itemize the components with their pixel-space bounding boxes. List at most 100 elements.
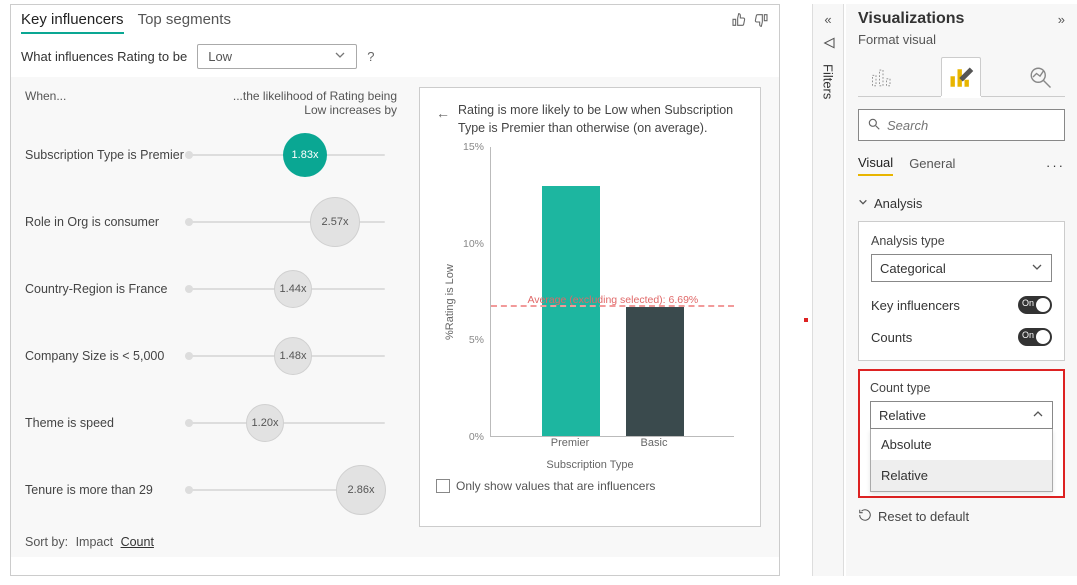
- analysis-section-label: Analysis: [874, 196, 922, 211]
- chart-area: %Rating is Low 0%5%10%15% Average (exclu…: [440, 147, 744, 457]
- y-tick: 10%: [463, 238, 484, 250]
- header-likelihood: ...the likelihood of Rating being Low in…: [227, 89, 397, 117]
- question-prefix: What influences Rating to be: [21, 49, 187, 64]
- chevron-down-icon: [858, 197, 868, 210]
- count-type-card: Count type Relative Absolute Relative: [858, 369, 1065, 498]
- influencer-bubble: 2.86x: [336, 465, 386, 515]
- counts-toggle-row: Counts On: [871, 328, 1052, 346]
- subtab-visual[interactable]: Visual: [858, 155, 893, 176]
- influencers-column: When... ...the likelihood of Rating bein…: [11, 77, 411, 557]
- influencer-label: Theme is speed: [25, 416, 185, 430]
- y-axis: 0%5%10%15%: [456, 147, 488, 437]
- count-type-option-relative[interactable]: Relative: [871, 460, 1052, 491]
- reset-to-default[interactable]: Reset to default: [858, 508, 1065, 525]
- back-arrow-icon[interactable]: ←: [436, 104, 450, 137]
- chart-title-row: ← Rating is more likely to be Low when S…: [436, 102, 744, 137]
- chart-footer: Only show values that are influencers: [436, 479, 744, 493]
- key-influencers-toggle-label: Key influencers: [871, 298, 960, 313]
- influencer-track: 1.83x: [185, 154, 385, 156]
- influencer-label: Tenure is more than 29: [25, 483, 185, 497]
- count-type-label: Count type: [870, 381, 1053, 395]
- influencer-label: Country-Region is France: [25, 282, 185, 296]
- influencer-row[interactable]: Role in Org is consumer2.57x: [25, 188, 397, 255]
- key-influencers-visual: Key influencers Top segments What influe…: [10, 4, 780, 576]
- count-type-value: Relative: [879, 408, 926, 423]
- more-options-icon[interactable]: ···: [1046, 158, 1065, 173]
- count-type-select[interactable]: Relative: [870, 401, 1053, 429]
- influencer-track: 1.20x: [185, 422, 385, 424]
- search-icon: [867, 117, 881, 134]
- y-tick: 5%: [469, 334, 484, 346]
- visualizations-title: Visualizations: [858, 10, 964, 28]
- format-mode-tabs: [858, 57, 1065, 97]
- expand-filters-icon[interactable]: «: [824, 12, 831, 27]
- chevron-up-icon: [1032, 408, 1044, 423]
- analysis-type-select[interactable]: Categorical: [871, 254, 1052, 282]
- average-reference-line: Average (excluding selected): 6.69%: [491, 305, 734, 307]
- influencer-row[interactable]: Country-Region is France1.44x: [25, 255, 397, 322]
- analysis-type-value: Categorical: [880, 261, 946, 276]
- counts-toggle[interactable]: On: [1018, 328, 1052, 346]
- influencer-track: 2.57x: [185, 221, 385, 223]
- tab-top-segments[interactable]: Top segments: [138, 11, 231, 34]
- chart-column: ← Rating is more likely to be Low when S…: [411, 77, 779, 557]
- bars-container: [491, 147, 734, 436]
- header-when: When...: [25, 89, 195, 117]
- subtab-general[interactable]: General: [909, 156, 955, 175]
- influencer-track: 1.44x: [185, 288, 385, 290]
- only-influencers-label: Only show values that are influencers: [456, 479, 655, 493]
- thumbs-down-icon[interactable]: [753, 12, 769, 33]
- influencer-row[interactable]: Company Size is < 5,0001.48x: [25, 322, 397, 389]
- chart-title-text: Rating is more likely to be Low when Sub…: [458, 102, 744, 137]
- influencer-track: 2.86x: [185, 489, 385, 491]
- collapse-viz-icon[interactable]: »: [1058, 12, 1065, 27]
- chart-bar[interactable]: [626, 307, 684, 436]
- key-influencers-toggle[interactable]: On: [1018, 296, 1052, 314]
- count-type-options: Absolute Relative: [870, 429, 1053, 492]
- influencer-row[interactable]: Subscription Type is Premier1.83x: [25, 121, 397, 188]
- count-type-option-absolute[interactable]: Absolute: [871, 429, 1052, 460]
- visual-body: When... ...the likelihood of Rating bein…: [11, 77, 779, 557]
- y-axis-label: %Rating is Low: [440, 147, 456, 457]
- tab-key-influencers[interactable]: Key influencers: [21, 11, 124, 34]
- influencer-row[interactable]: Tenure is more than 292.86x: [25, 456, 397, 523]
- filters-pane-collapsed: « Filters: [812, 4, 844, 576]
- chart-bar[interactable]: [542, 186, 600, 436]
- chevron-down-icon: [334, 49, 346, 64]
- influencer-bubble: 2.57x: [310, 197, 360, 247]
- x-tick-label: Premier: [541, 437, 599, 457]
- analysis-section-header[interactable]: Analysis: [858, 196, 1065, 211]
- reset-icon: [858, 508, 872, 525]
- reset-label: Reset to default: [878, 509, 969, 524]
- influencer-bubble: 1.44x: [274, 270, 312, 308]
- analytics-tab[interactable]: [1020, 57, 1060, 97]
- visual-tabs: Key influencers Top segments: [21, 11, 731, 34]
- question-value-dropdown[interactable]: Low: [197, 44, 357, 69]
- only-influencers-checkbox[interactable]: [436, 479, 450, 493]
- plot-area: Average (excluding selected): 6.69%: [490, 147, 734, 437]
- sort-count[interactable]: Count: [121, 535, 154, 549]
- x-axis-labels: PremierBasic: [490, 437, 734, 457]
- plot-column: 0%5%10%15% Average (excluding selected):…: [456, 147, 744, 457]
- help-icon[interactable]: ?: [367, 49, 374, 64]
- analysis-card: Analysis type Categorical Key influencer…: [858, 221, 1065, 361]
- influencer-row[interactable]: Theme is speed1.20x: [25, 389, 397, 456]
- search-box[interactable]: [858, 109, 1065, 141]
- visualizations-pane: Visualizations » Format visual Visual Ge…: [846, 4, 1077, 576]
- sort-impact[interactable]: Impact: [76, 535, 114, 549]
- visualizations-subtitle: Format visual: [858, 32, 1065, 47]
- bookmark-icon[interactable]: [820, 35, 836, 54]
- format-subtabs: Visual General ···: [858, 155, 1065, 176]
- format-visual-tab[interactable]: [941, 57, 981, 97]
- influencer-label: Company Size is < 5,000: [25, 349, 185, 363]
- filters-label: Filters: [821, 64, 836, 99]
- counts-toggle-label: Counts: [871, 330, 912, 345]
- visual-header: Key influencers Top segments: [11, 5, 779, 34]
- search-input[interactable]: [887, 118, 1065, 133]
- influencer-bubble: 1.48x: [274, 337, 312, 375]
- question-row: What influences Rating to be Low ?: [11, 34, 779, 77]
- influencer-track: 1.48x: [185, 355, 385, 357]
- chart-card: ← Rating is more likely to be Low when S…: [419, 87, 761, 527]
- thumbs-up-icon[interactable]: [731, 12, 747, 33]
- build-visual-tab[interactable]: [863, 57, 903, 97]
